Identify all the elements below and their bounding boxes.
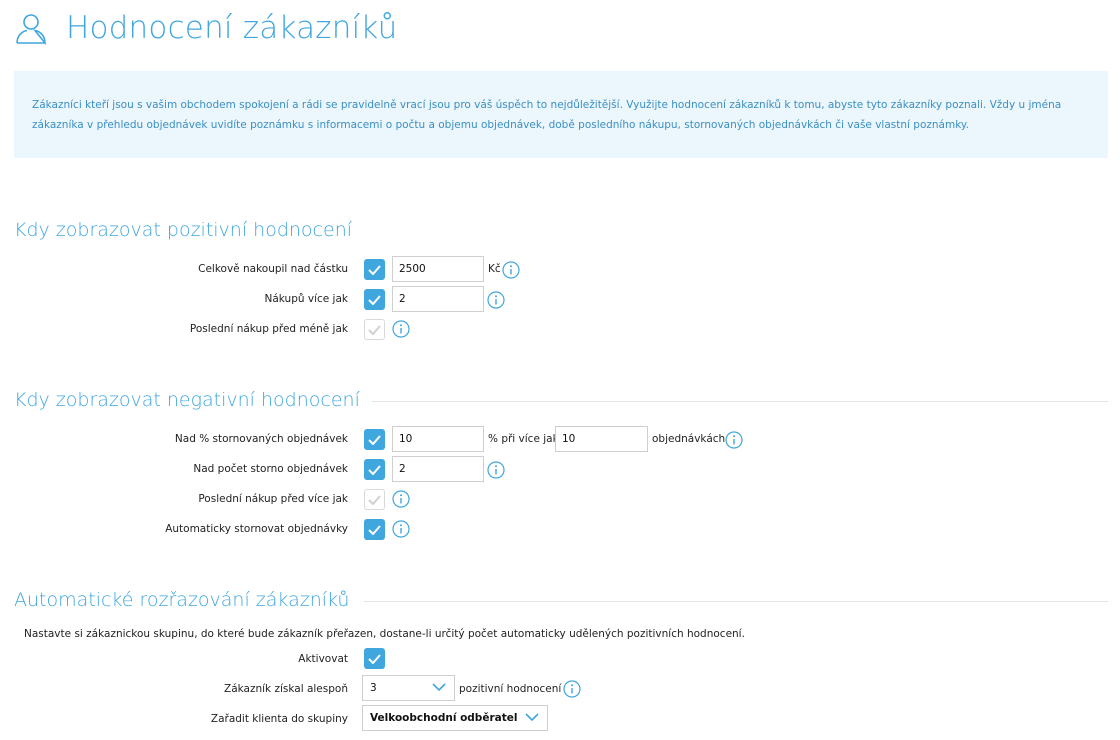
info-circle-icon[interactable] bbox=[392, 520, 410, 538]
info-box: Zákazníci kteří jsou s vašim obchodem sp… bbox=[14, 71, 1108, 158]
checkmark-icon bbox=[368, 324, 381, 335]
customer-group-value: Velkoobchodní odběratel bbox=[370, 712, 518, 724]
checkbox-storno-percent[interactable] bbox=[364, 429, 385, 450]
checkbox-storno-count[interactable] bbox=[364, 459, 385, 480]
row-label-last-purchase-less: Poslední nákup před méně jak bbox=[189, 323, 348, 335]
min-positive-suffix: pozitivní hodnocení bbox=[459, 683, 562, 695]
info-circle-icon[interactable] bbox=[563, 680, 581, 698]
info-circle-icon[interactable] bbox=[725, 431, 743, 449]
checkbox-purchases-count[interactable] bbox=[364, 289, 385, 310]
customer-group-select[interactable]: Velkoobchodní odběratel bbox=[362, 705, 548, 731]
checkbox-activate[interactable] bbox=[364, 648, 385, 669]
row-label-storno-percent: Nad % stornovaných objednávek bbox=[174, 433, 348, 445]
row-label-group: Zařadit klienta do skupiny bbox=[210, 713, 348, 725]
section-divider bbox=[364, 601, 1108, 602]
info-circle-icon[interactable] bbox=[392, 320, 410, 338]
section-title-negative: Kdy zobrazovat negativní hodnocení bbox=[14, 389, 360, 411]
row-label-last-purchase-more: Poslední nákup před více jak bbox=[198, 493, 348, 505]
storno-middle-label: % při více jak bbox=[488, 433, 559, 445]
info-circle-icon[interactable] bbox=[392, 490, 410, 508]
checkmark-icon bbox=[368, 464, 381, 475]
storno-percent-input[interactable] bbox=[392, 426, 484, 452]
min-positive-select[interactable]: 3 bbox=[362, 675, 455, 701]
storno-orders-count-input[interactable] bbox=[555, 426, 648, 452]
total-amount-input[interactable] bbox=[392, 256, 484, 282]
info-text: Zákazníci kteří jsou s vašim obchodem sp… bbox=[32, 99, 1062, 131]
checkmark-icon bbox=[368, 524, 381, 535]
checkmark-icon bbox=[368, 434, 381, 445]
checkbox-last-purchase-less[interactable] bbox=[364, 319, 385, 340]
auto-description: Nastavte si zákaznickou skupinu, do kter… bbox=[24, 628, 745, 640]
section-title-auto: Automatické rozřazování zákazníků bbox=[14, 589, 350, 611]
checkmark-icon bbox=[368, 494, 381, 505]
checkbox-total-amount[interactable] bbox=[364, 259, 385, 280]
user-icon bbox=[14, 11, 48, 45]
chevron-down-icon bbox=[525, 713, 539, 725]
page-header: Hodnocení zákazníků bbox=[14, 6, 397, 50]
checkbox-auto-storno[interactable] bbox=[364, 519, 385, 540]
orders-suffix-label: objednávkách bbox=[652, 433, 726, 445]
checkmark-icon bbox=[368, 264, 381, 275]
page-title: Hodnocení zákazníků bbox=[66, 10, 398, 46]
section-divider bbox=[372, 401, 1108, 402]
row-label-auto-storno: Automaticky stornovat objednávky bbox=[165, 523, 348, 535]
section-title-positive: Kdy zobrazovat pozitivní hodnocení bbox=[14, 219, 353, 241]
row-label-total-amount: Celkově nakoupil nad částku bbox=[198, 263, 348, 275]
row-label-purchases-count: Nákupů více jak bbox=[264, 293, 349, 305]
checkbox-last-purchase-more[interactable] bbox=[364, 489, 385, 510]
row-label-min-positive: Zákazník získal alespoň bbox=[224, 683, 348, 695]
min-positive-value: 3 bbox=[370, 682, 377, 694]
checkmark-icon bbox=[368, 653, 381, 664]
checkmark-icon bbox=[368, 294, 381, 305]
row-label-storno-count: Nad počet storno objednávek bbox=[193, 463, 348, 475]
info-circle-icon[interactable] bbox=[487, 461, 505, 479]
purchases-count-input[interactable] bbox=[392, 286, 484, 312]
info-circle-icon[interactable] bbox=[502, 261, 520, 279]
storno-count-input[interactable] bbox=[392, 456, 484, 482]
currency-label: Kč bbox=[488, 263, 501, 275]
info-circle-icon[interactable] bbox=[487, 291, 505, 309]
chevron-down-icon bbox=[432, 683, 446, 695]
row-label-activate: Aktivovat bbox=[298, 653, 348, 665]
